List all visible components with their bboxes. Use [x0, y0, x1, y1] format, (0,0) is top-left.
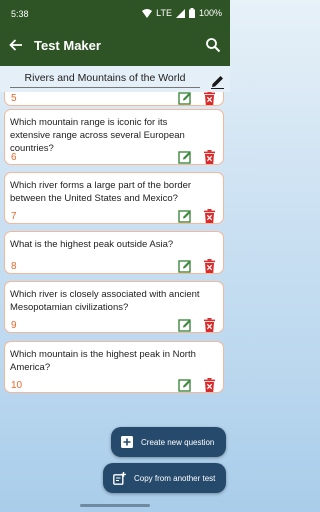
status-bar: 5:38 LTE 100% — [0, 0, 230, 26]
trash-icon[interactable] — [203, 92, 216, 105]
subject-bar: Rivers and Mountains of the World — [0, 66, 230, 92]
battery-label: 100% — [198, 8, 222, 18]
status-time: 5:38 — [11, 9, 29, 19]
question-number: 7 — [11, 211, 17, 222]
question-text: Which mountain is the highest peak in No… — [10, 349, 196, 373]
page-title: Test Maker — [34, 38, 101, 53]
wifi-icon — [142, 8, 153, 18]
create-question-button[interactable]: Create new question — [111, 427, 226, 457]
battery-icon — [188, 8, 195, 18]
trash-icon[interactable] — [203, 259, 216, 273]
question-text: What is the highest peak outside Asia? — [10, 239, 174, 250]
question-card[interactable]: What is the highest peak outside Asia? 8 — [4, 231, 224, 274]
edit-icon[interactable] — [178, 378, 192, 392]
trash-icon[interactable] — [203, 150, 216, 164]
edit-icon[interactable] — [178, 259, 192, 273]
copy-test-label: Copy from another test — [134, 473, 216, 483]
trash-icon[interactable] — [203, 378, 216, 392]
arrow-left-icon[interactable] — [8, 37, 24, 53]
create-question-label: Create new question — [141, 437, 215, 447]
question-text: Which river is closely associated with a… — [10, 289, 200, 313]
trash-icon[interactable] — [203, 318, 216, 332]
question-card[interactable]: Which river forms a large part of the bo… — [4, 172, 224, 224]
pencil-icon[interactable] — [210, 74, 225, 89]
question-number: 8 — [11, 261, 17, 272]
question-number: 9 — [11, 320, 17, 331]
signal-icon — [175, 8, 185, 18]
status-indicators: LTE 100% — [142, 8, 222, 18]
question-number: 10 — [11, 380, 23, 391]
copy-add-icon — [113, 471, 126, 485]
copy-test-button[interactable]: Copy from another test — [103, 463, 226, 493]
trash-icon[interactable] — [203, 209, 216, 223]
subject-title: Rivers and Mountains of the World — [10, 72, 200, 88]
question-card[interactable]: 5 — [4, 92, 224, 106]
network-label: LTE — [156, 8, 172, 18]
question-number: 5 — [11, 93, 17, 104]
question-card[interactable]: Which mountain is the highest peak in No… — [4, 341, 224, 393]
question-card[interactable]: Which mountain range is iconic for its e… — [4, 109, 224, 165]
edit-icon[interactable] — [178, 150, 192, 164]
edit-icon[interactable] — [178, 318, 192, 332]
question-text: Which river forms a large part of the bo… — [10, 180, 192, 204]
edit-icon[interactable] — [178, 209, 192, 223]
app-bar: Test Maker — [0, 26, 230, 66]
edit-icon[interactable] — [178, 92, 192, 105]
gesture-nav-handle[interactable] — [80, 504, 150, 507]
add-box-icon — [121, 436, 133, 448]
question-number: 6 — [11, 152, 17, 163]
search-icon[interactable] — [205, 37, 221, 53]
question-card[interactable]: Which river is closely associated with a… — [4, 281, 224, 333]
